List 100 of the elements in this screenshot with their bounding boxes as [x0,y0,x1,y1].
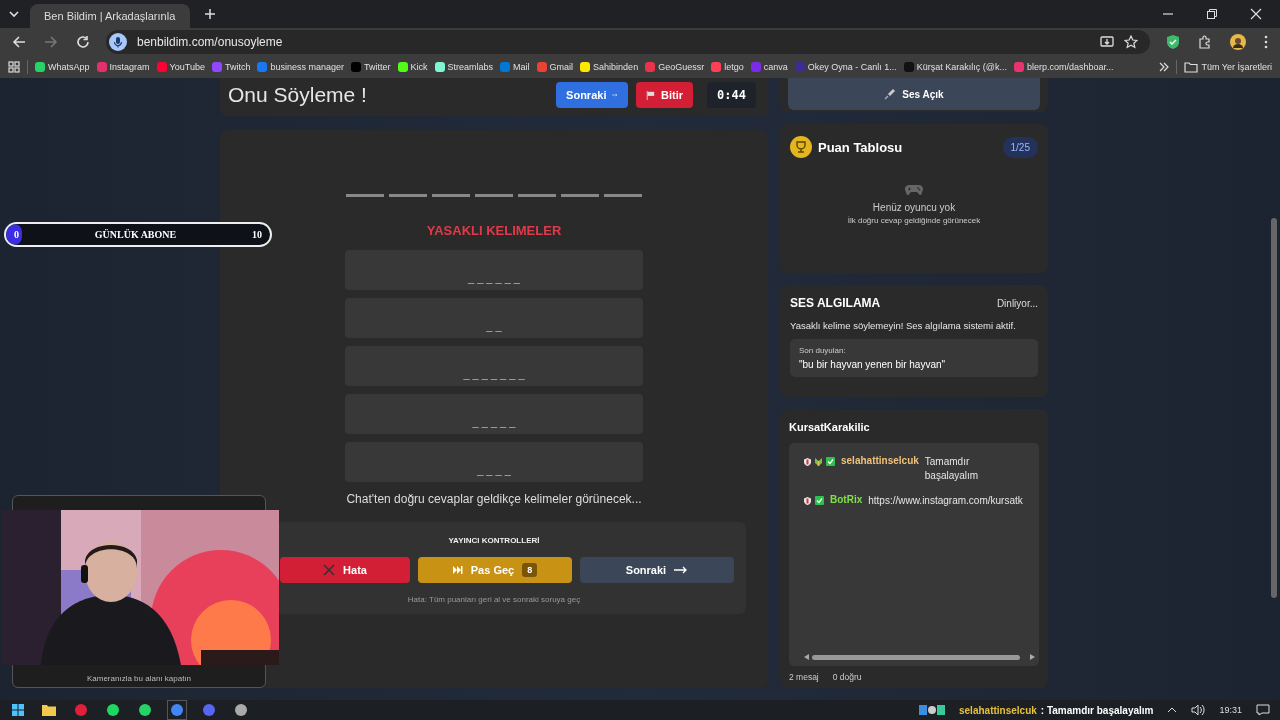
bookmark-link[interactable]: Kürşat Karakılıç (@k... [903,62,1007,72]
address-bar[interactable]: benbildim.com/onusoyleme [106,30,1150,54]
voice-warning: Yasaklı kelime söylemeyin! Ses algılama sistemi aktif. [790,320,1017,331]
close-icon[interactable] [1250,8,1262,20]
forward-icon[interactable] [44,35,58,49]
chat-message: Tamamdır başalayalım [924,455,980,482]
install-icon[interactable] [1100,35,1114,49]
bookmark-link[interactable]: Kick [397,62,428,72]
scroll-left-icon [804,654,809,660]
folder-icon [1184,61,1199,73]
goal-target: 10 [252,229,262,240]
restore-icon[interactable] [1206,8,1218,20]
notifications-icon[interactable] [1256,704,1270,716]
message-count: 2 mesaj [789,672,819,682]
empty-title: Henüz oyuncu yok [872,202,956,213]
camera-caption: Kameranızla bu alanı kapatın [85,674,193,683]
volume-icon[interactable] [1191,704,1206,716]
last-heard-text: "bu bir hayvan yenen bir hayvan" [799,359,947,370]
bookmark-link[interactable]: letgo [711,62,744,72]
extensions-icon[interactable] [1198,35,1212,49]
circle-icon[interactable] [138,703,152,717]
next-button[interactable]: Sonraki [556,82,629,108]
last-heard-label: Son duyulan: [799,346,847,355]
bookmark-link[interactable]: Twitter [351,62,391,72]
more-bookmarks-icon[interactable] [1159,62,1170,72]
finish-button[interactable]: Bitir [636,82,694,108]
bookmark-link[interactable]: YouTube [156,62,205,72]
notification-text: : Tamamdır başalayalım [1040,704,1154,716]
clock-time: 19:31 [1219,705,1242,715]
hint-text: Chat'ten doğru cevaplar geldikçe kelimeler görünecek... [346,492,642,506]
shield-icon[interactable] [1166,34,1180,50]
circle-icon[interactable] [234,703,248,717]
check-badge-icon [826,457,835,466]
chevron-badge-icon [815,457,822,466]
bookmark-link[interactable]: business manager [257,62,344,72]
chat-username: selahattinselcuk [841,455,919,466]
gamepad-icon [905,184,923,196]
all-bookmarks-link[interactable]: Tüm Yer İşaretleri [1184,61,1272,73]
circle-icon[interactable] [106,703,120,717]
apps-grid-icon[interactable] [8,61,20,73]
next-button[interactable]: Sonraki [580,557,734,583]
voice-title: SES ALGILAMA [790,296,881,310]
sound-button[interactable]: Ses Açık [788,78,1040,110]
pass-count-badge: 8 [522,563,538,577]
bookmark-link[interactable]: Mail [500,62,530,72]
url-text: benbildim.com/onusoyleme [137,35,283,49]
chat-channel-name: KursatKarakilic [789,421,871,433]
tab-title: Ben Bildim | Arkadaşlarınla [44,10,176,22]
bookmark-link[interactable]: blerp.com/dashboar... [1013,62,1114,72]
profile-avatar-icon[interactable] [1230,34,1246,50]
page-scrollbar[interactable] [1271,218,1277,598]
new-tab-icon[interactable] [204,8,216,20]
controls-title: YAYINCI KONTROLLERİ [448,536,540,545]
skip-icon [452,566,463,574]
goal-label: GÜNLÜK ABONE [94,229,177,240]
masked-word: _ _ _ _ _ [472,416,516,428]
circle-icon[interactable] [202,703,216,717]
leaderboard-title: Puan Tablosu [818,139,903,155]
flag-icon [646,89,656,101]
masked-word: _ _ _ _ [477,464,511,476]
start-icon[interactable] [12,704,24,716]
bookmark-link[interactable]: Okey Oyna - Canlı 1... [794,62,897,72]
arrow-right-icon [612,91,619,99]
masked-word: _ _ _ _ _ _ [468,272,520,284]
scroll-right-icon [1030,654,1035,660]
reload-icon[interactable] [76,35,90,49]
bookmark-link[interactable]: Streamlabs [434,62,494,72]
goal-current: 0 [14,229,19,240]
circle-icon[interactable] [170,703,184,717]
empty-hint: İlk doğru cevap geldiğinde görünecek [847,216,981,225]
arrow-right-icon [674,566,689,574]
browser-tab[interactable]: Ben Bildim | Arkadaşlarınla [30,4,190,28]
bookmark-link[interactable]: Twitch [211,62,251,72]
bookmark-link[interactable]: Gmail [536,62,574,72]
chevron-up-icon[interactable] [1167,707,1178,713]
error-button[interactable]: Hata [280,557,410,583]
app-badges-icon [919,705,945,715]
trophy-icon [790,136,812,158]
shield-badge-icon [804,457,811,466]
pass-button[interactable]: Pas Geç 8 [418,557,572,583]
bookmark-link[interactable]: WhatsApp [35,62,90,72]
timer: 0:44 [707,82,756,108]
correct-count: 0 doğru [832,672,862,682]
bookmark-star-icon[interactable] [1124,35,1138,49]
bookmark-link[interactable]: Instagram [96,62,150,72]
menu-icon[interactable] [1264,35,1268,49]
bookmark-link[interactable]: GeoGuessr [645,62,705,72]
bookmark-link[interactable]: canva [750,62,788,72]
page-title: Onu Söyleme ! [228,83,367,107]
masked-word: _ _ _ _ _ _ _ [463,368,525,380]
scrollbar-thumb[interactable] [812,654,1020,660]
back-icon[interactable] [12,35,26,49]
listening-status: Dinliyor... [996,297,1038,309]
cross-icon [323,564,336,576]
chat-username: BotRix [830,494,863,505]
masked-word: _ _ [486,320,502,332]
shield-badge-icon [804,496,811,505]
controls-note: Hata: Tüm puanları geri al ve sonraki soruya geç [407,595,581,604]
bookmark-link[interactable]: Sahibinden [580,62,639,72]
folder-icon[interactable] [42,704,56,716]
